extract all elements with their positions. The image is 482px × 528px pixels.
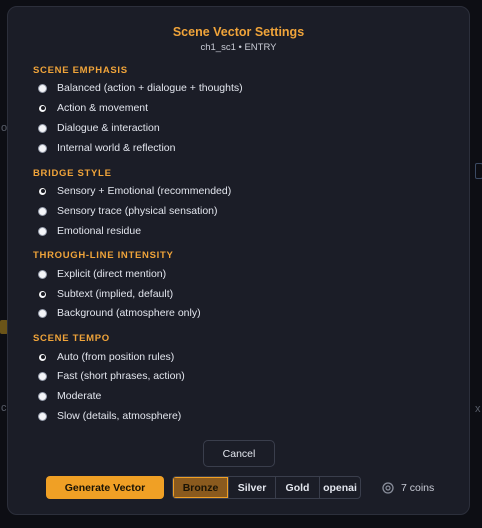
radio-icon[interactable]: [38, 186, 47, 196]
option-label: Action & movement: [57, 102, 149, 114]
coin-icon: [382, 482, 394, 494]
radio-icon[interactable]: [38, 391, 47, 401]
radio-icon[interactable]: [38, 206, 47, 216]
section-title-bridge-style: BRIDGE STYLE: [33, 168, 112, 179]
option-subtext[interactable]: Subtext (implied, default): [38, 287, 173, 301]
option-action-movement[interactable]: Action & movement: [38, 101, 148, 115]
dialog-title: Scene Vector Settings: [172, 25, 305, 39]
option-label: Slow (details, atmosphere): [57, 410, 182, 422]
option-label: Background (atmosphere only): [57, 307, 201, 319]
option-label: Subtext (implied, default): [57, 288, 174, 300]
option-label: Dialogue & interaction: [57, 122, 160, 134]
option-background[interactable]: Background (atmosphere only): [38, 306, 201, 320]
generate-vector-button[interactable]: Generate Vector: [46, 476, 164, 499]
coin-cost-label: 7 coins: [401, 482, 435, 494]
scene-vector-settings-dialog: Scene Vector Settings ch1_sc1 • ENTRY SC…: [7, 6, 470, 515]
radio-icon[interactable]: [38, 308, 47, 318]
radio-icon[interactable]: [38, 371, 47, 381]
option-label: Sensory trace (physical sensation): [57, 205, 218, 217]
option-sensory-trace[interactable]: Sensory trace (physical sensation): [38, 204, 218, 218]
option-explicit[interactable]: Explicit (direct mention): [38, 267, 166, 281]
radio-icon[interactable]: [38, 83, 47, 93]
option-label: Internal world & reflection: [57, 142, 176, 154]
option-dialogue-interaction[interactable]: Dialogue & interaction: [38, 121, 160, 135]
option-label: Fast (short phrases, action): [57, 370, 185, 382]
coin-cost: 7 coins: [381, 481, 434, 495]
radio-icon[interactable]: [38, 289, 47, 299]
option-label: Sensory + Emotional (recommended): [57, 185, 232, 197]
option-label: Explicit (direct mention): [57, 268, 167, 280]
background-text-fragment: c: [1, 402, 7, 414]
option-label: Auto (from position rules): [57, 351, 175, 363]
radio-icon[interactable]: [38, 352, 47, 362]
radio-icon[interactable]: [38, 269, 47, 279]
option-internal-world[interactable]: Internal world & reflection: [38, 141, 175, 155]
option-auto[interactable]: Auto (from position rules): [38, 350, 174, 364]
background-text-fragment: x: [475, 403, 481, 415]
option-emotional-residue[interactable]: Emotional residue: [38, 224, 141, 238]
dialog-subtitle: ch1_sc1 • ENTRY: [200, 42, 277, 53]
option-fast[interactable]: Fast (short phrases, action): [38, 369, 185, 383]
section-title-scene-tempo: SCENE TEMPO: [33, 333, 110, 344]
option-label: Moderate: [57, 390, 102, 402]
radio-icon[interactable]: [38, 143, 47, 153]
option-slow[interactable]: Slow (details, atmosphere): [38, 409, 181, 423]
radio-icon[interactable]: [38, 226, 47, 236]
radio-icon[interactable]: [38, 103, 47, 113]
cancel-button[interactable]: Cancel: [203, 440, 275, 467]
option-label: Balanced (action + dialogue + thoughts): [57, 82, 243, 94]
option-label: Emotional residue: [57, 225, 142, 237]
tier-openai[interactable]: openai: [320, 477, 360, 498]
tier-silver[interactable]: Silver: [229, 477, 276, 498]
option-sensory-emotional[interactable]: Sensory + Emotional (recommended): [38, 184, 231, 198]
tier-selector: Bronze Silver Gold openai: [172, 476, 361, 499]
option-moderate[interactable]: Moderate: [38, 389, 101, 403]
option-balanced[interactable]: Balanced (action + dialogue + thoughts): [38, 81, 243, 95]
tier-bronze[interactable]: Bronze: [173, 477, 229, 498]
section-title-scene-emphasis: SCENE EMPHASIS: [33, 65, 128, 76]
background-toggle: [475, 163, 482, 179]
section-title-through-line: THROUGH-LINE INTENSITY: [33, 250, 174, 261]
radio-icon[interactable]: [38, 123, 47, 133]
radio-icon[interactable]: [38, 411, 47, 421]
tier-gold[interactable]: Gold: [276, 477, 320, 498]
